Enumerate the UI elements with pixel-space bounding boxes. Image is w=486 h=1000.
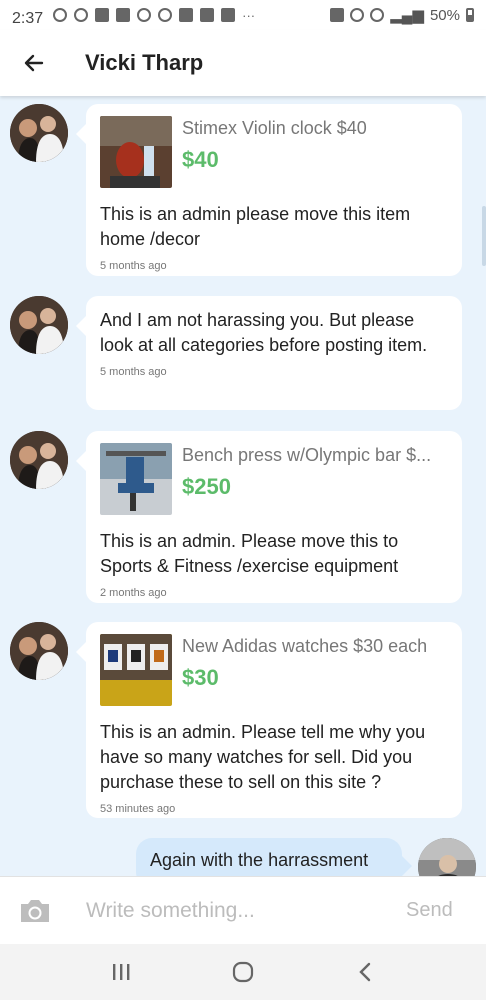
message-bubble[interactable]: And I am not harassing you. But please l… — [76, 296, 462, 410]
message-text: This is an admin. Please tell me why you… — [100, 722, 426, 792]
item-title: Bench press w/Olympic bar $... — [182, 445, 432, 465]
avatar[interactable] — [10, 431, 68, 489]
compose-bar: Send — [0, 876, 486, 944]
home-button[interactable] — [223, 952, 263, 992]
status-time: 2:37 — [12, 10, 44, 27]
avatar[interactable] — [10, 104, 68, 162]
item-card[interactable]: New Adidas watches $30 each $30 — [100, 634, 448, 708]
item-thumbnail — [100, 443, 172, 515]
status-bar: 2:37 ··· ▂▄▆ 50% — [0, 0, 486, 30]
item-thumbnail — [100, 634, 172, 706]
message-text: This is an admin please move this item h… — [100, 204, 411, 249]
message-text: This is an admin. Please move this to Sp… — [100, 531, 399, 576]
news-icon — [116, 8, 131, 22]
nfc-icon — [330, 8, 345, 22]
arrow-left-icon — [24, 54, 44, 72]
wifi-icon — [370, 8, 385, 22]
item-card[interactable]: Stimex Violin clock $40 $40 — [100, 116, 448, 190]
message-bubble[interactable]: Bench press w/Olympic bar $... $250 This… — [76, 431, 462, 603]
scrollbar[interactable] — [482, 206, 486, 266]
message-time: 5 months ago — [100, 366, 167, 378]
message-time: 2 months ago — [100, 587, 167, 599]
system-icons: ▂▄▆ 50% — [330, 6, 474, 24]
chat-header: Vicki Tharp — [0, 30, 486, 96]
battery-icon — [466, 8, 474, 22]
camera-button[interactable] — [0, 877, 70, 945]
item-card[interactable]: Bench press w/Olympic bar $... $250 — [100, 443, 448, 517]
message-input[interactable] — [70, 890, 406, 931]
chevron-left-icon — [359, 962, 371, 982]
message-time: 5 months ago — [100, 260, 167, 272]
back-nav-button[interactable] — [345, 952, 385, 992]
alarm-icon — [350, 8, 365, 22]
message-list[interactable]: Stimex Violin clock $40 $40 This is an a… — [0, 96, 486, 876]
signal-icon: ▂▄▆ — [390, 7, 424, 24]
notification-icons: ··· — [53, 8, 255, 23]
battery-level: 50% — [429, 6, 460, 24]
mail-icon — [221, 8, 236, 22]
item-price: $30 — [182, 665, 219, 690]
message-time: 53 minutes ago — [100, 803, 176, 815]
recent-apps-button[interactable] — [101, 952, 141, 992]
android-nav-bar — [0, 944, 486, 1000]
more-notifications-icon: ··· — [242, 7, 256, 23]
message-bubble[interactable]: New Adidas watches $30 each $30 This is … — [76, 622, 462, 818]
outgoing-message-text: Again with the harrassment — [150, 850, 369, 870]
app-icon — [158, 8, 173, 22]
my-avatar[interactable] — [418, 838, 476, 876]
item-price: $40 — [182, 147, 219, 172]
recent-apps-icon — [113, 964, 130, 980]
item-price: $250 — [182, 474, 231, 499]
pinterest-icon — [53, 8, 68, 22]
avatar[interactable] — [10, 622, 68, 680]
avatar[interactable] — [10, 296, 68, 354]
send-button[interactable]: Send — [406, 899, 486, 922]
outgoing-message-bubble[interactable]: Again with the harrassment — [136, 838, 412, 876]
message-text: And I am not harassing you. But please l… — [100, 310, 428, 355]
notification-icon — [74, 8, 89, 22]
instagram-icon — [179, 8, 194, 22]
item-title: Stimex Violin clock $40 — [182, 118, 367, 138]
home-icon — [200, 8, 215, 22]
home-nav-icon — [232, 961, 254, 983]
snapchat-icon — [95, 8, 110, 22]
back-button[interactable] — [0, 30, 68, 96]
contact-name: Vicki Tharp — [85, 50, 204, 75]
money-icon — [137, 8, 152, 22]
camera-icon — [21, 899, 49, 922]
item-title: New Adidas watches $30 each — [182, 636, 428, 656]
item-thumbnail — [100, 116, 172, 188]
message-bubble[interactable]: Stimex Violin clock $40 $40 This is an a… — [76, 104, 462, 276]
